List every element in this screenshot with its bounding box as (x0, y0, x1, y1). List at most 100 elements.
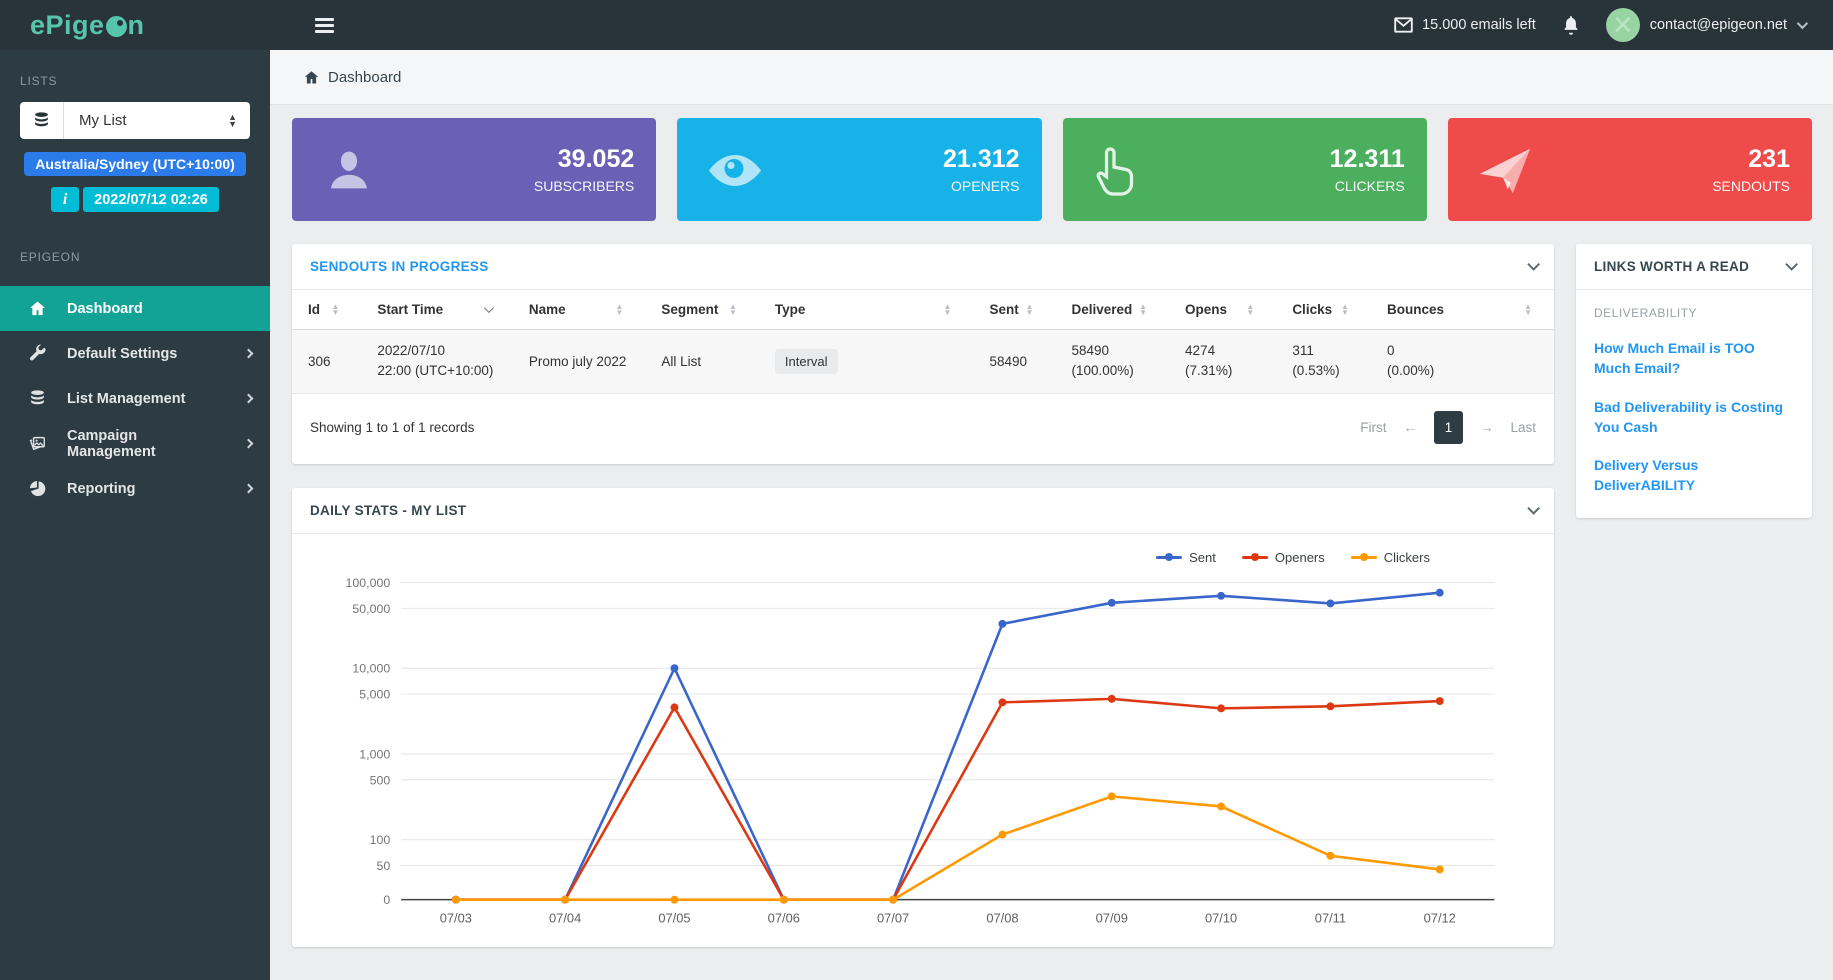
svg-text:07/06: 07/06 (768, 910, 800, 925)
cell-bounces: 0(0.00%) (1371, 330, 1554, 394)
column-header-clicks[interactable]: Clicks▲▼ (1276, 290, 1371, 330)
pagination: First ← 1 → Last (1360, 411, 1536, 444)
stat-label: SENDOUTS (1712, 178, 1790, 194)
collapse-chevron-icon[interactable] (1527, 258, 1540, 271)
person-icon (318, 139, 380, 201)
article-link[interactable]: Bad Deliverability is Costing You Cash (1594, 397, 1794, 438)
column-header-type[interactable]: Type▲▼ (759, 290, 974, 330)
hamburger-menu-icon[interactable] (315, 18, 334, 33)
select-caret-icon: ▲▼ (228, 114, 237, 128)
sendouts-panel-title: SENDOUTS IN PROGRESS (310, 259, 489, 274)
pagination-first[interactable]: First (1360, 420, 1386, 435)
stat-card-openers: 21.312 OPENERS (677, 118, 1041, 221)
bell-icon[interactable] (1562, 15, 1580, 35)
article-link[interactable]: Delivery Versus DeliverABILITY (1594, 455, 1794, 496)
column-header-delivered[interactable]: Delivered▲▼ (1055, 290, 1169, 330)
datetime-badge: 2022/07/12 02:26 (83, 187, 219, 212)
chevron-right-icon (244, 349, 254, 359)
stat-card-clickers: 12.311 CLICKERS (1063, 118, 1427, 221)
svg-text:5,000: 5,000 (359, 687, 390, 701)
account-email: contact@epigeon.net (1650, 17, 1787, 33)
sort-icon[interactable]: ▲▼ (1026, 304, 1034, 316)
sort-icon[interactable]: ▲▼ (1341, 304, 1349, 316)
lists-section-label: LISTS (0, 50, 270, 100)
pagination-next-icon[interactable]: → (1480, 420, 1494, 435)
cell-segment: All List (645, 330, 759, 394)
links-panel-title: LINKS WORTH A READ (1594, 259, 1749, 274)
daily-stats-chart: 100,00050,00010,0005,0001,00050010050007… (306, 565, 1540, 937)
svg-text:07/03: 07/03 (440, 910, 472, 925)
table-row[interactable]: 306 2022/07/1022:00 (UTC+10:00) Promo ju… (292, 330, 1554, 394)
records-summary: Showing 1 to 1 of 1 records (310, 420, 474, 435)
sidebar-item-reporting[interactable]: Reporting (0, 466, 270, 511)
chevron-right-icon (244, 394, 254, 404)
account-menu[interactable]: ✕ contact@epigeon.net (1606, 8, 1805, 42)
app-logo[interactable]: ePigen (0, 10, 270, 41)
info-icon[interactable]: i (51, 187, 79, 212)
sidebar-item-default-settings[interactable]: Default Settings (0, 331, 270, 376)
cell-sent: 58490 (973, 330, 1055, 394)
collapse-chevron-icon[interactable] (1527, 502, 1540, 515)
pagination-prev-icon[interactable]: ← (1403, 420, 1417, 435)
sort-icon[interactable]: ▲▼ (1524, 304, 1532, 316)
stat-value: 21.312 (943, 145, 1019, 174)
legend-item: Openers (1242, 550, 1325, 565)
sidebar: LISTS My List ▲▼ Australia/Sydney (UTC+1… (0, 50, 270, 980)
sort-icon[interactable]: ▲▼ (331, 304, 339, 316)
sort-icon[interactable]: ▲▼ (729, 304, 737, 316)
article-link[interactable]: How Much Email is TOO Much Email? (1594, 338, 1794, 379)
sidebar-item-dashboard[interactable]: Dashboard (0, 286, 270, 331)
chart-legend: SentOpenersClickers (306, 542, 1540, 565)
click-hand-icon (1089, 140, 1149, 200)
cell-delivered: 58490(100.00%) (1055, 330, 1169, 394)
svg-text:50,000: 50,000 (352, 601, 390, 615)
sidebar-item-label: Dashboard (67, 301, 143, 317)
svg-text:07/07: 07/07 (877, 910, 909, 925)
chevron-right-icon (244, 484, 254, 494)
collapse-chevron-icon[interactable] (1785, 258, 1798, 271)
links-panel: LINKS WORTH A READ DELIVERABILITY How Mu… (1576, 244, 1812, 518)
cell-type: Interval (759, 330, 974, 394)
legend-item: Sent (1156, 550, 1216, 565)
column-header-name[interactable]: Name▲▼ (513, 290, 646, 330)
campaign-icon (28, 434, 47, 453)
svg-text:10,000: 10,000 (352, 661, 390, 675)
sidebar-item-campaign-management[interactable]: Campaign Management (0, 421, 270, 466)
sort-icon[interactable]: ▲▼ (1139, 304, 1147, 316)
avatar[interactable]: ✕ (1606, 8, 1640, 42)
database-icon (32, 111, 51, 130)
sort-icon[interactable]: ▲▼ (615, 304, 623, 316)
column-header-opens[interactable]: Opens▲▼ (1169, 290, 1276, 330)
stat-card-subscribers: 39.052 SUBSCRIBERS (292, 118, 656, 221)
column-header-start-time[interactable]: Start Time (361, 290, 512, 330)
cell-start-time: 2022/07/1022:00 (UTC+10:00) (361, 330, 512, 394)
svg-text:07/08: 07/08 (986, 910, 1018, 925)
breadcrumb-label[interactable]: Dashboard (328, 69, 401, 86)
column-header-bounces[interactable]: Bounces▲▼ (1371, 290, 1554, 330)
daily-stats-title: DAILY STATS - MY LIST (310, 503, 466, 518)
pie-chart-icon (28, 479, 47, 498)
sort-icon[interactable]: ▲▼ (1246, 304, 1254, 316)
svg-text:0: 0 (383, 893, 390, 907)
sort-desc-icon[interactable] (484, 303, 494, 313)
stat-value: 12.311 (1330, 145, 1405, 174)
column-header-segment[interactable]: Segment▲▼ (645, 290, 759, 330)
topbar: ePigen 15.000 emails left ✕ contact@epig… (0, 0, 1833, 50)
list-select-value: My List (64, 112, 228, 129)
timezone-badge: Australia/Sydney (UTC+10:00) (24, 152, 246, 176)
pigeon-icon (106, 16, 127, 37)
sidebar-nav: Dashboard Default Settings List Manageme… (0, 286, 270, 511)
column-header-id[interactable]: Id▲▼ (292, 290, 361, 330)
sort-icon[interactable]: ▲▼ (944, 304, 952, 316)
daily-stats-panel: DAILY STATS - MY LIST SentOpenersClicker… (292, 488, 1554, 947)
chevron-right-icon (244, 439, 254, 449)
pagination-page-1[interactable]: 1 (1434, 411, 1463, 444)
cell-id: 306 (292, 330, 361, 394)
sidebar-item-label: Reporting (67, 481, 135, 497)
column-header-sent[interactable]: Sent▲▼ (973, 290, 1055, 330)
svg-text:07/11: 07/11 (1315, 910, 1346, 925)
list-select[interactable]: My List ▲▼ (20, 102, 250, 139)
pagination-last[interactable]: Last (1510, 420, 1536, 435)
sidebar-item-list-management[interactable]: List Management (0, 376, 270, 421)
svg-text:1,000: 1,000 (359, 747, 390, 761)
